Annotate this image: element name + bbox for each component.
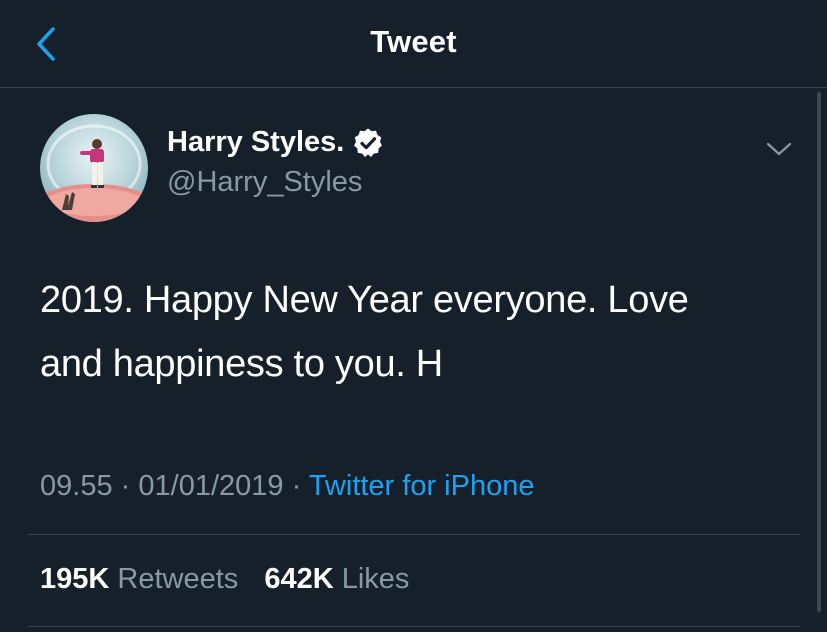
- likes-count: 642K: [264, 563, 334, 595]
- avatar[interactable]: [40, 114, 148, 222]
- tweet-meta: 09.55 · 01/01/2019 · Twitter for iPhone: [40, 470, 534, 503]
- author-name: Harry Styles.: [167, 126, 345, 158]
- meta-separator: ·: [291, 470, 302, 502]
- author-name-row[interactable]: Harry Styles.: [167, 126, 384, 159]
- retweets-count: 195K: [40, 563, 110, 595]
- verified-badge-icon: [354, 128, 383, 157]
- profile-photo-image: [40, 114, 148, 222]
- divider: [28, 534, 800, 535]
- divider: [28, 626, 800, 627]
- tweet-time: 09.55: [40, 470, 113, 502]
- retweets-label: Retweets: [117, 563, 239, 595]
- author-handle[interactable]: @Harry_Styles: [167, 166, 362, 199]
- tweet-text-line: 2019. Happy New Year everyone. Love: [40, 279, 689, 321]
- retweets-stat[interactable]: 195K Retweets: [40, 563, 238, 596]
- tweet-detail-screen: Tweet Harry Styles. @Harry_Styles 2019. …: [0, 0, 827, 632]
- tweet-source-link[interactable]: Twitter for iPhone: [309, 470, 535, 502]
- tweet-text-line: and happiness to you. H: [40, 343, 443, 385]
- top-bar: Tweet: [0, 0, 827, 88]
- chevron-down-icon: [766, 142, 792, 156]
- likes-label: Likes: [341, 563, 410, 595]
- likes-stat[interactable]: 642K Likes: [264, 563, 409, 596]
- tweet-date: 01/01/2019: [138, 470, 284, 502]
- scrollbar[interactable]: [817, 92, 821, 612]
- page-title: Tweet: [370, 24, 457, 59]
- tweet-text: 2019. Happy New Year everyone. Love and …: [40, 268, 790, 396]
- meta-separator: ·: [120, 470, 131, 502]
- tweet-stats: 195K Retweets 642K Likes: [40, 563, 409, 596]
- more-options-button[interactable]: [762, 136, 796, 162]
